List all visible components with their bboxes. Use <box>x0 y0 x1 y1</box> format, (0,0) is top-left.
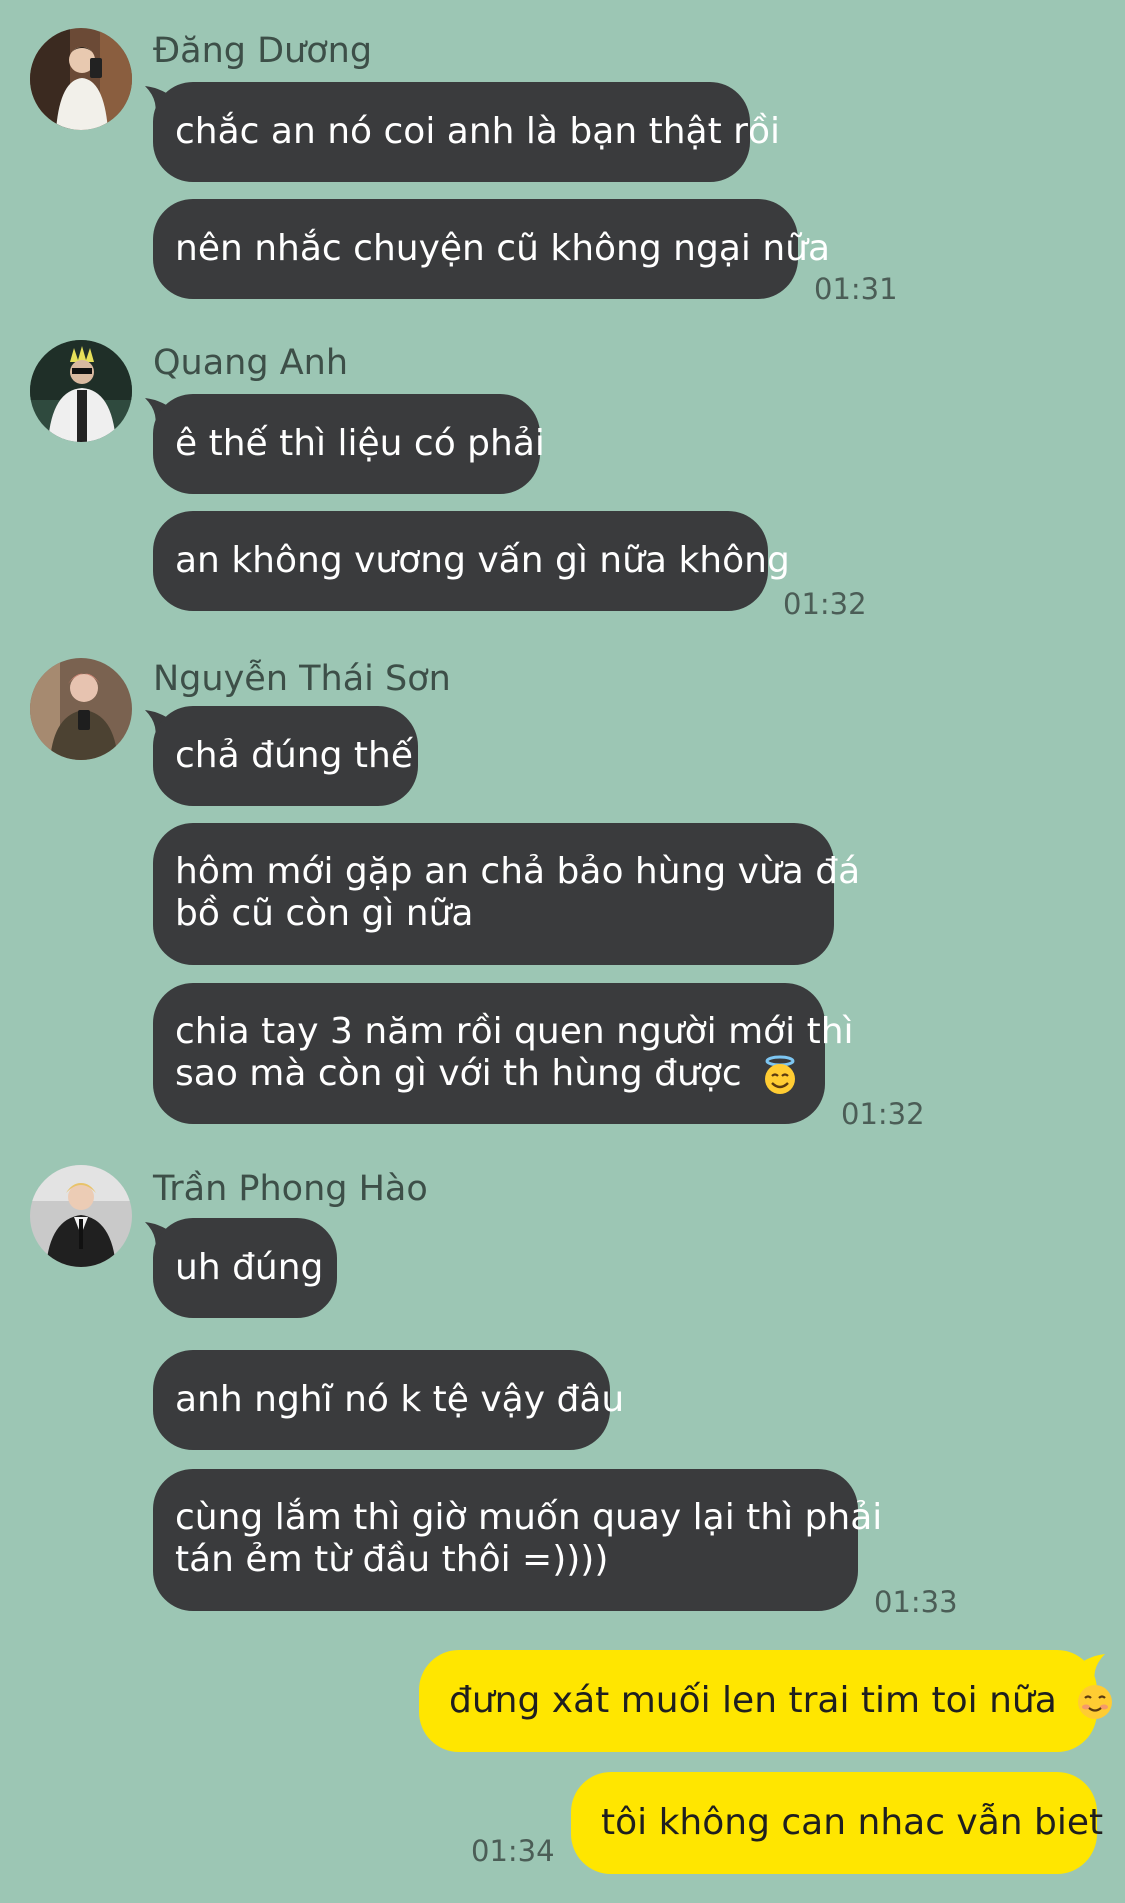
outgoing-chat-bubble[interactable]: đưng xát muối len trai tim toi nữa <box>419 1650 1113 1752</box>
avatar-tran-phong-hao[interactable] <box>30 1165 132 1267</box>
outgoing-chat-bubble[interactable]: tôi không can nhac vẫn biet <box>571 1772 1103 1874</box>
message-text: đưng xát muối len trai tim toi nữa <box>449 1680 1057 1721</box>
message-text: bồ cũ còn gì nữa <box>175 893 474 934</box>
message-text: chia tay 3 năm rồi quen người mới thì <box>175 1011 854 1052</box>
message-text: chả đúng thế <box>175 735 413 776</box>
avatar-dang-duong[interactable] <box>30 28 132 130</box>
message-timestamp: 01:34 <box>471 1834 555 1868</box>
message-text: cùng lắm thì giờ muốn quay lại thì phải <box>175 1497 883 1538</box>
sender-name: Trần Phong Hào <box>153 1169 428 1209</box>
chat-bubble[interactable]: chả đúng thế <box>153 706 418 806</box>
message-text: tôi không can nhac vẫn biet <box>601 1802 1104 1843</box>
chat-bubble[interactable]: chắc an nó coi anh là bạn thật rồi <box>153 82 780 182</box>
message-timestamp: 01:31 <box>814 272 898 306</box>
message-text: anh nghĩ nó k tệ vậy đâu <box>175 1379 625 1420</box>
message-text: chắc an nó coi anh là bạn thật rồi <box>175 111 780 152</box>
chat-bubble[interactable]: cùng lắm thì giờ muốn quay lại thì phải … <box>153 1469 883 1611</box>
smiling-face-icon <box>1078 1685 1113 1719</box>
chat-bubble[interactable]: hôm mới gặp an chả bảo hùng vừa đá bồ cũ… <box>153 823 861 965</box>
sender-name: Quang Anh <box>153 343 349 383</box>
message-text: an không vương vấn gì nữa không <box>175 540 790 581</box>
message-timestamp: 01:32 <box>841 1097 925 1131</box>
avatar-quang-anh[interactable] <box>30 340 132 442</box>
sender-name: Nguyễn Thái Sơn <box>153 659 451 699</box>
message-timestamp: 01:32 <box>783 587 867 621</box>
message-text: hôm mới gặp an chả bảo hùng vừa đá <box>175 851 861 892</box>
message-text: uh đúng <box>175 1247 324 1288</box>
chat-bubble[interactable]: anh nghĩ nó k tệ vậy đâu <box>153 1350 624 1450</box>
sender-name: Đăng Dương <box>153 31 373 71</box>
chat-bubble[interactable]: chia tay 3 năm rồi quen người mới thì sa… <box>153 983 854 1124</box>
chat-bubble[interactable]: uh đúng <box>153 1218 337 1318</box>
message-text: sao mà còn gì với th hùng được <box>175 1053 742 1094</box>
chat-bubble[interactable]: nên nhắc chuyện cũ không ngại nữa <box>153 199 830 299</box>
avatar-nguyen-thai-son[interactable] <box>30 658 132 760</box>
chat-bubble[interactable]: ê thế thì liệu có phải <box>153 394 545 494</box>
message-text: nên nhắc chuyện cũ không ngại nữa <box>175 228 831 269</box>
chat-bubble[interactable]: an không vương vấn gì nữa không <box>153 511 790 611</box>
message-text: tán ẻm từ đầu thôi =)))) <box>175 1539 609 1580</box>
message-text: ê thế thì liệu có phải <box>175 423 545 464</box>
smiling-face-with-halo-icon <box>765 1055 796 1094</box>
message-timestamp: 01:33 <box>874 1585 958 1619</box>
